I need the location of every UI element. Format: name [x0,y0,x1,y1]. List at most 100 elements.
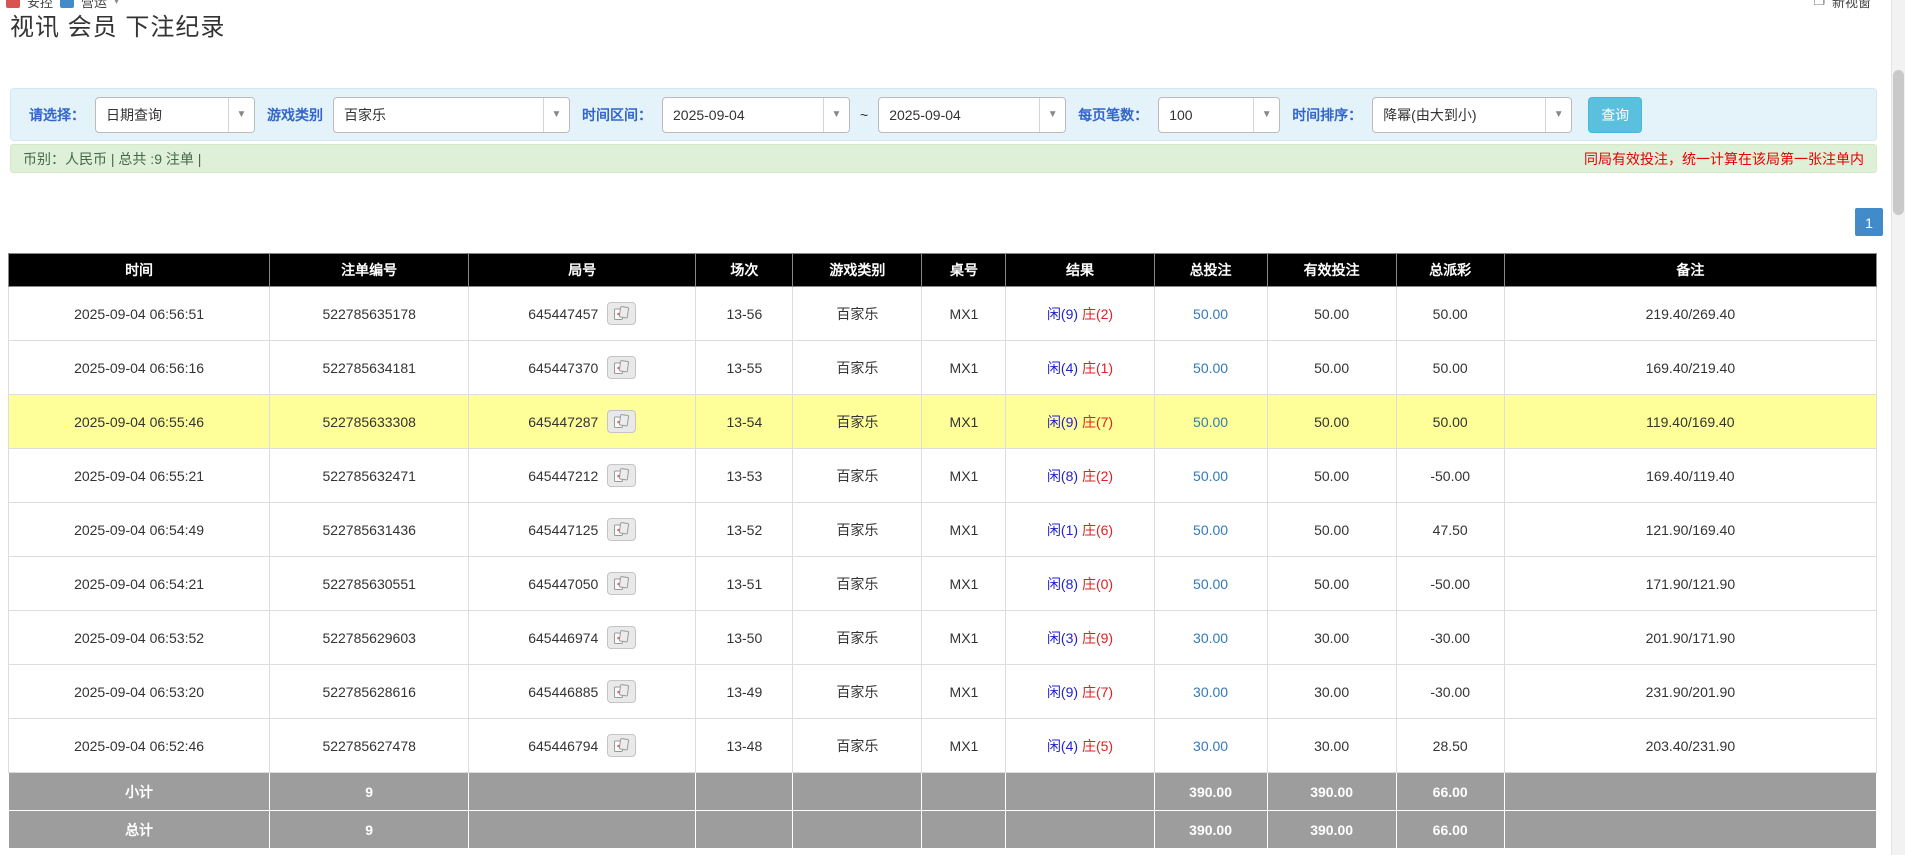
per-page-value: 100 [1159,107,1202,123]
round-number: 645446794 [528,738,598,754]
subtotal-total-bet: 390.00 [1154,773,1267,811]
cards-icon [613,360,630,375]
cell-result: 闲(1) 庄(6) [1006,503,1154,557]
cell-payout: -30.00 [1396,611,1504,665]
result-banker: 庄(1) [1082,360,1113,376]
table-row[interactable]: 2025-09-04 06:55:46522785633308645447287… [9,395,1877,449]
total-bet-link[interactable]: 30.00 [1193,684,1228,700]
cell-result: 闲(3) 庄(9) [1006,611,1154,665]
round-number: 645446885 [528,684,598,700]
table-row[interactable]: 2025-09-04 06:56:51522785635178645447457… [9,287,1877,341]
table-row[interactable]: 2025-09-04 06:53:20522785628616645446885… [9,665,1877,719]
cell-round: 645447370 [469,341,696,395]
subtotal-row: 小计 9 390.00 390.00 66.00 [9,773,1877,811]
game-result-button[interactable] [607,356,636,379]
table-row[interactable]: 2025-09-04 06:54:21522785630551645447050… [9,557,1877,611]
column-header-note: 备注 [1504,254,1876,287]
new-window-icon: ❐ [1813,0,1825,9]
table-row[interactable]: 2025-09-04 06:52:46522785627478645446794… [9,719,1877,773]
empty-cell [1504,773,1876,811]
cell-total-bet: 50.00 [1154,449,1267,503]
total-bet-link[interactable]: 50.00 [1193,522,1228,538]
chevron-down-icon: ▼ [543,98,569,132]
empty-cell [793,811,922,849]
search-button[interactable]: 查询 [1588,97,1642,133]
result-banker: 庄(7) [1082,414,1113,430]
cell-valid-bet: 50.00 [1267,449,1396,503]
game-category-dropdown[interactable]: 百家乐 ▼ [333,97,570,133]
cell-session: 13-52 [696,503,793,557]
cell-session: 13-48 [696,719,793,773]
game-result-button[interactable] [607,410,636,433]
cell-round: 645447212 [469,449,696,503]
cell-note: 201.90/171.90 [1504,611,1876,665]
top-nav-new-window[interactable]: 新视窗 [1832,0,1871,11]
total-bet-link[interactable]: 50.00 [1193,468,1228,484]
cell-valid-bet: 30.00 [1267,611,1396,665]
cell-game: 百家乐 [793,341,922,395]
result-banker: 庄(2) [1082,468,1113,484]
total-bet-link[interactable]: 30.00 [1193,630,1228,646]
cell-time: 2025-09-04 06:53:20 [9,665,270,719]
cell-result: 闲(9) 庄(2) [1006,287,1154,341]
cell-bet-id: 522785632471 [270,449,469,503]
cell-result: 闲(9) 庄(7) [1006,665,1154,719]
total-bet-link[interactable]: 50.00 [1193,360,1228,376]
table-row[interactable]: 2025-09-04 06:53:52522785629603645446974… [9,611,1877,665]
game-result-button[interactable] [607,572,636,595]
cell-note: 119.40/169.40 [1504,395,1876,449]
page-title-wrap: 视讯 会员 下注纪录 [10,12,1905,42]
round-number: 645447125 [528,522,598,538]
total-bet-link[interactable]: 50.00 [1193,414,1228,430]
cell-session: 13-53 [696,449,793,503]
result-banker: 庄(2) [1082,306,1113,322]
cell-session: 13-50 [696,611,793,665]
per-page-dropdown[interactable]: 100 ▼ [1158,97,1280,133]
game-result-button[interactable] [607,464,636,487]
game-result-button[interactable] [607,626,636,649]
game-result-button[interactable] [607,734,636,757]
game-result-button[interactable] [607,302,636,325]
cell-session: 13-51 [696,557,793,611]
page-1-button[interactable]: 1 [1855,208,1883,236]
date-to-dropdown[interactable]: 2025-09-04 ▼ [878,97,1066,133]
vertical-scrollbar[interactable] [1891,0,1905,855]
result-player: 闲(1) [1047,522,1078,538]
cell-game: 百家乐 [793,719,922,773]
table-row[interactable]: 2025-09-04 06:55:21522785632471645447212… [9,449,1877,503]
cell-bet-id: 522785635178 [270,287,469,341]
top-nav-item-security[interactable]: 安控 [27,0,53,11]
cell-session: 13-49 [696,665,793,719]
date-to-value: 2025-09-04 [879,107,971,123]
top-nav-item-operations[interactable]: 营运 [81,0,107,11]
cell-note: 219.40/269.40 [1504,287,1876,341]
total-bet-link[interactable]: 50.00 [1193,576,1228,592]
total-row: 总计 9 390.00 390.00 66.00 [9,811,1877,849]
cell-payout: 50.00 [1396,395,1504,449]
cell-bet-id: 522785631436 [270,503,469,557]
cell-total-bet: 50.00 [1154,341,1267,395]
summary-notice: 同局有效投注，统一计算在该局第一张注单内 [1584,149,1864,169]
sort-order-dropdown[interactable]: 降幂(由大到小) ▼ [1372,97,1572,133]
cell-payout: -50.00 [1396,557,1504,611]
top-nav-strip: 安控 营运 ▾ ❐ 新视窗 [0,0,1905,12]
game-result-button[interactable] [607,680,636,703]
cell-session: 13-54 [696,395,793,449]
date-from-dropdown[interactable]: 2025-09-04 ▼ [662,97,850,133]
table-body: 2025-09-04 06:56:51522785635178645447457… [9,287,1877,773]
cell-total-bet: 30.00 [1154,611,1267,665]
total-bet-link[interactable]: 50.00 [1193,306,1228,322]
table-row[interactable]: 2025-09-04 06:54:49522785631436645447125… [9,503,1877,557]
game-result-button[interactable] [607,518,636,541]
cell-time: 2025-09-04 06:55:21 [9,449,270,503]
total-bet-link[interactable]: 30.00 [1193,738,1228,754]
result-banker: 庄(7) [1082,684,1113,700]
select-type-dropdown[interactable]: 日期查询 ▼ [95,97,255,133]
cell-time: 2025-09-04 06:56:16 [9,341,270,395]
total-count: 9 [270,811,469,849]
summary-currency-count: 币别：人民币 | 总共 :9 注单 | [23,149,201,169]
cell-round: 645446885 [469,665,696,719]
scrollbar-thumb[interactable] [1893,70,1904,215]
table-row[interactable]: 2025-09-04 06:56:16522785634181645447370… [9,341,1877,395]
column-header-payout: 总派彩 [1396,254,1504,287]
